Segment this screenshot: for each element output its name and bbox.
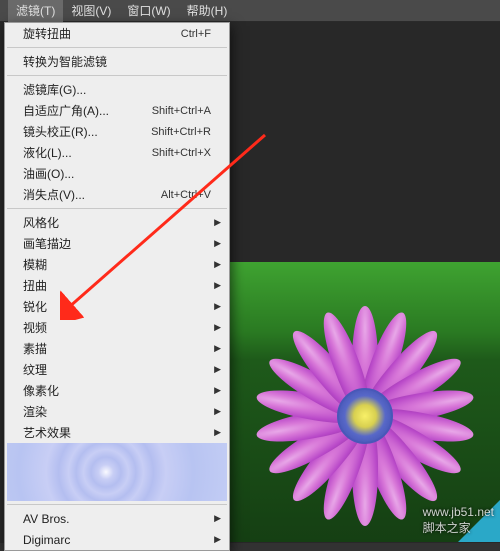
menu-filter[interactable]: 滤镜(T) [8,0,63,22]
menu-item-avbros[interactable]: AV Bros. [5,508,229,529]
menu-item-convert-smart-filter[interactable]: 转换为智能滤镜 [5,51,229,72]
separator [7,504,227,505]
flower-graphic [245,296,485,536]
document-image: www.jb51.net 脚本之家 [230,262,500,542]
menu-item-shortcut: Shift+Ctrl+X [152,147,211,159]
menu-item-vanishing-point[interactable]: 消失点(V)...Alt+Ctrl+V [5,184,229,205]
menu-item-label: 模糊 [23,256,211,273]
menu-item-artistic[interactable]: 艺术效果 [5,422,229,443]
menu-item-label: 纹理 [23,361,211,378]
separator [7,47,227,48]
watermark-text: www.jb51.net 脚本之家 [423,505,494,536]
menu-item-label: 旋转扭曲 [23,25,181,42]
menubar: 滤镜(T) 视图(V) 窗口(W) 帮助(H) [0,0,500,22]
menu-item-label: 扭曲 [23,277,211,294]
menu-item-shortcut: Shift+Ctrl+A [152,105,211,117]
filter-preview-swirl [7,443,227,501]
menu-item-distort[interactable]: 扭曲 [5,275,229,296]
menu-item-twirl-repeat[interactable]: 旋转扭曲 Ctrl+F [5,23,229,44]
menu-item-shortcut: Ctrl+F [181,28,211,40]
menu-item-shortcut: Alt+Ctrl+V [161,189,211,201]
watermark-line1: www.jb51.net [423,505,494,519]
separator [7,208,227,209]
menu-item-label: 自适应广角(A)... [23,102,152,119]
menu-item-label: 滤镜库(G)... [23,81,211,98]
menu-item-brush-strokes[interactable]: 画笔描边 [5,233,229,254]
menu-item-label: 视频 [23,319,211,336]
menu-item-label: 消失点(V)... [23,186,161,203]
menu-item-label: 转换为智能滤镜 [23,53,211,70]
menu-item-adaptive-wide-angle[interactable]: 自适应广角(A)...Shift+Ctrl+A [5,100,229,121]
menu-window[interactable]: 窗口(W) [119,0,178,22]
menu-item-label: AV Bros. [23,512,211,526]
menu-item-label: 渲染 [23,403,211,420]
menu-item-label: 风格化 [23,214,211,231]
menu-view[interactable]: 视图(V) [63,0,119,22]
menu-item-render[interactable]: 渲染 [5,401,229,422]
menu-item-label: 液化(L)... [23,144,152,161]
menu-item-label: Digimarc [23,533,211,547]
menu-item-label: 素描 [23,340,211,357]
menu-item-label: 油画(O)... [23,165,211,182]
menu-item-label: 像素化 [23,382,211,399]
menu-item-sketch[interactable]: 素描 [5,338,229,359]
watermark-line2: 脚本之家 [423,519,494,536]
menu-item-pixelate[interactable]: 像素化 [5,380,229,401]
filter-dropdown: 旋转扭曲 Ctrl+F 转换为智能滤镜 滤镜库(G)... 自适应广角(A)..… [4,22,230,551]
menu-item-label: 锐化 [23,298,211,315]
menu-item-digimarc[interactable]: Digimarc [5,529,229,550]
menu-item-blur[interactable]: 模糊 [5,254,229,275]
menu-item-sharpen[interactable]: 锐化 [5,296,229,317]
menu-item-label: 镜头校正(R)... [23,123,151,140]
menu-item-liquify[interactable]: 液化(L)...Shift+Ctrl+X [5,142,229,163]
flower-center [337,388,393,444]
menu-item-label: 画笔描边 [23,235,211,252]
menu-item-shortcut: Shift+Ctrl+R [151,126,211,138]
separator [7,75,227,76]
menu-item-video[interactable]: 视频 [5,317,229,338]
menu-item-oil-paint[interactable]: 油画(O)... [5,163,229,184]
menu-item-stylize[interactable]: 风格化 [5,212,229,233]
menu-help[interactable]: 帮助(H) [179,0,236,22]
menu-item-lens-correction[interactable]: 镜头校正(R)...Shift+Ctrl+R [5,121,229,142]
menu-item-filter-gallery[interactable]: 滤镜库(G)... [5,79,229,100]
menu-item-label: 艺术效果 [23,424,211,441]
menu-item-texture[interactable]: 纹理 [5,359,229,380]
